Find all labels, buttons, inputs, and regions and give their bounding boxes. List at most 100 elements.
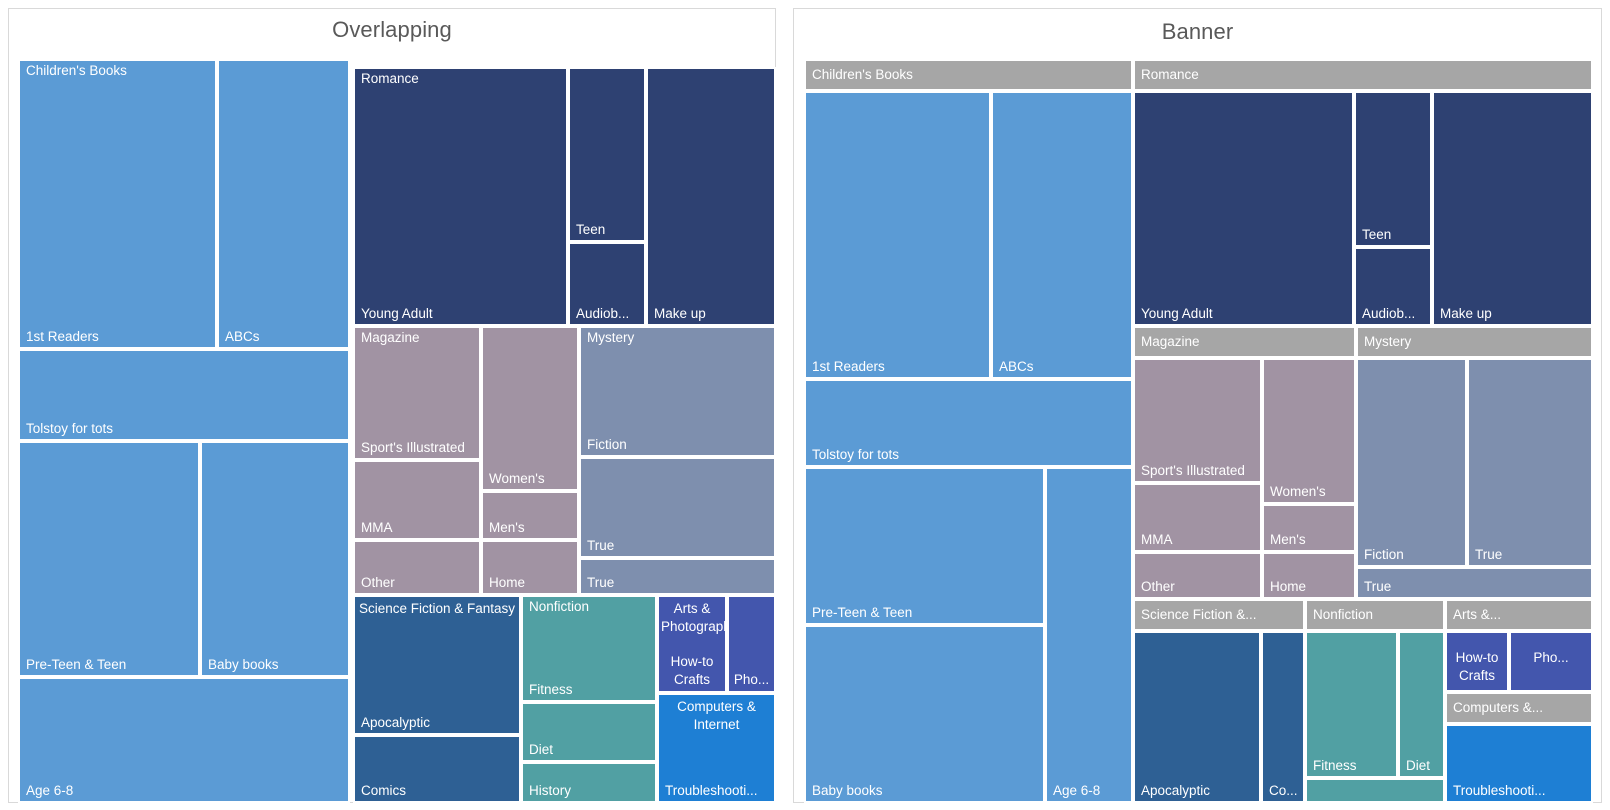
tile-mens[interactable]: Men's: [1262, 504, 1356, 552]
tile-label: Tolstoy for tots: [26, 421, 114, 436]
tile-make-up[interactable]: Make up: [1432, 91, 1593, 326]
treemap-overlapping: Children's Books 1st Readers ABCs Tolsto…: [9, 9, 776, 803]
tile-label: Teen: [576, 222, 606, 237]
tile-home[interactable]: Home: [1262, 552, 1356, 599]
band-label: Magazine: [1141, 334, 1200, 349]
tile-label: Fiction: [1364, 547, 1404, 562]
tile-comics[interactable]: Co...: [1261, 631, 1305, 803]
tile-how-to-crafts[interactable]: How-to Crafts: [657, 595, 727, 693]
tile-fiction[interactable]: Fiction: [1356, 358, 1467, 567]
tile-age-6-8[interactable]: Age 6-8: [1045, 467, 1133, 803]
tile-diet[interactable]: Diet: [521, 702, 657, 762]
tile-fitness[interactable]: Fitness: [1305, 631, 1398, 778]
tile-photography[interactable]: Pho...: [1509, 631, 1593, 692]
tile-photography[interactable]: Pho...: [727, 595, 776, 693]
tile-label: Pre-Teen & Teen: [812, 605, 913, 620]
band-childrens-books[interactable]: Children's Books: [804, 59, 1133, 91]
tile-label: MMA: [361, 520, 393, 535]
panel-overlapping: Overlapping Children's Books 1st Readers…: [8, 8, 776, 803]
tile-comics[interactable]: Comics: [353, 735, 521, 803]
band-science-fiction-and-fantasy[interactable]: Science Fiction &...: [1133, 599, 1305, 631]
tile-young-adult[interactable]: Young Adult: [1133, 91, 1354, 326]
tile-sports-illustrated[interactable]: Sport's Illustrated: [1133, 358, 1262, 483]
tile-true-2[interactable]: True: [579, 558, 776, 595]
tile-label: Sport's Illustrated: [361, 440, 465, 455]
tile-true-1[interactable]: True: [579, 457, 776, 558]
tile-how-to-crafts[interactable]: How-to Crafts: [1445, 631, 1509, 692]
tile-label: Young Adult: [1141, 306, 1213, 321]
tile-home[interactable]: Home: [481, 540, 579, 595]
tile-label: Apocalyptic: [361, 715, 431, 730]
tile-tolstoy-for-tots[interactable]: Tolstoy for tots: [804, 379, 1133, 467]
tile-label: MMA: [1141, 532, 1173, 547]
tile-make-up[interactable]: Make up: [646, 67, 776, 326]
tile-label: Men's: [489, 520, 525, 535]
tile-label: ABCs: [225, 329, 260, 344]
tile-mma[interactable]: MMA: [1133, 483, 1262, 552]
tile-mens[interactable]: Men's: [481, 491, 579, 540]
tile-fitness[interactable]: Fitness: [521, 595, 657, 702]
tile-label: Baby books: [812, 783, 883, 798]
tile-1st-readers[interactable]: 1st Readers: [804, 91, 991, 379]
tile-label: Diet: [529, 742, 554, 757]
band-label: Arts &...: [1453, 607, 1502, 622]
tile-label: Troubleshooti...: [1453, 783, 1546, 798]
tile-label: Sport's Illustrated: [1141, 463, 1245, 478]
tile-other[interactable]: Other: [1133, 552, 1262, 599]
tile-history[interactable]: [1305, 778, 1445, 803]
tile-label: Women's: [1270, 484, 1326, 499]
tile-womens[interactable]: Women's: [481, 326, 579, 491]
band-computers-and-internet[interactable]: Computers &...: [1445, 692, 1593, 724]
tile-label: Comics: [361, 783, 407, 798]
band-mystery[interactable]: Mystery: [1356, 326, 1593, 358]
tile-label: Age 6-8: [26, 783, 74, 798]
tile-audiobooks[interactable]: Audiob...: [568, 242, 646, 326]
tile-age-6-8[interactable]: Age 6-8: [18, 677, 350, 803]
tile-label: Teen: [1362, 227, 1392, 242]
tile-label: 1st Readers: [812, 359, 885, 374]
tile-1st-readers[interactable]: 1st Readers: [18, 59, 217, 349]
tile-label: Other: [361, 575, 395, 590]
tile-womens[interactable]: Women's: [1262, 358, 1356, 504]
tile-pre-teen-and-teen[interactable]: Pre-Teen & Teen: [18, 441, 200, 677]
tile-apocalyptic[interactable]: Apocalyptic: [1133, 631, 1261, 803]
tile-other[interactable]: Other: [353, 540, 481, 595]
tile-label: True: [587, 538, 615, 553]
tile-teen[interactable]: Teen: [568, 67, 646, 242]
tile-audiobooks[interactable]: Audiob...: [1354, 247, 1432, 326]
tile-history[interactable]: History: [521, 762, 657, 803]
tile-label: Fitness: [1313, 758, 1357, 773]
tile-label: Age 6-8: [1053, 783, 1101, 798]
tile-young-adult[interactable]: Young Adult: [353, 67, 568, 326]
tile-mma[interactable]: MMA: [353, 460, 481, 540]
tile-diet[interactable]: Diet: [1398, 631, 1445, 778]
tile-label: Make up: [1440, 306, 1492, 321]
band-label: Nonfiction: [1313, 607, 1374, 622]
tile-label: Apocalyptic: [1141, 783, 1211, 798]
band-label: Children's Books: [812, 67, 913, 82]
tile-baby-books[interactable]: Baby books: [200, 441, 350, 677]
tile-teen[interactable]: Teen: [1354, 91, 1432, 247]
tile-abcs[interactable]: ABCs: [991, 91, 1133, 379]
band-romance[interactable]: Romance: [1133, 59, 1593, 91]
tile-true-1[interactable]: True: [1467, 358, 1593, 567]
tile-baby-books[interactable]: Baby books: [804, 625, 1045, 803]
tile-troubleshooting[interactable]: Troubleshooti...: [657, 693, 776, 803]
tile-label: How-to Crafts: [670, 654, 714, 687]
tile-apocalyptic[interactable]: Apocalyptic: [353, 595, 521, 735]
band-arts-and-photography[interactable]: Arts &...: [1445, 599, 1593, 631]
band-label: Romance: [1141, 67, 1199, 82]
tile-true-2[interactable]: True: [1356, 567, 1593, 599]
tile-tolstoy-for-tots[interactable]: Tolstoy for tots: [18, 349, 350, 441]
tile-abcs[interactable]: ABCs: [217, 59, 350, 349]
tile-troubleshooting[interactable]: Troubleshooti...: [1445, 724, 1593, 803]
tile-label: Women's: [489, 471, 545, 486]
tile-fiction[interactable]: Fiction: [579, 326, 776, 457]
tile-sports-illustrated[interactable]: Sport's Illustrated: [353, 326, 481, 460]
tile-label: Pre-Teen & Teen: [26, 657, 127, 672]
band-magazine[interactable]: Magazine: [1133, 326, 1356, 358]
tile-label: Baby books: [208, 657, 279, 672]
band-nonfiction[interactable]: Nonfiction: [1305, 599, 1445, 631]
tile-pre-teen-and-teen[interactable]: Pre-Teen & Teen: [804, 467, 1045, 625]
tile-label: Co...: [1269, 783, 1298, 798]
